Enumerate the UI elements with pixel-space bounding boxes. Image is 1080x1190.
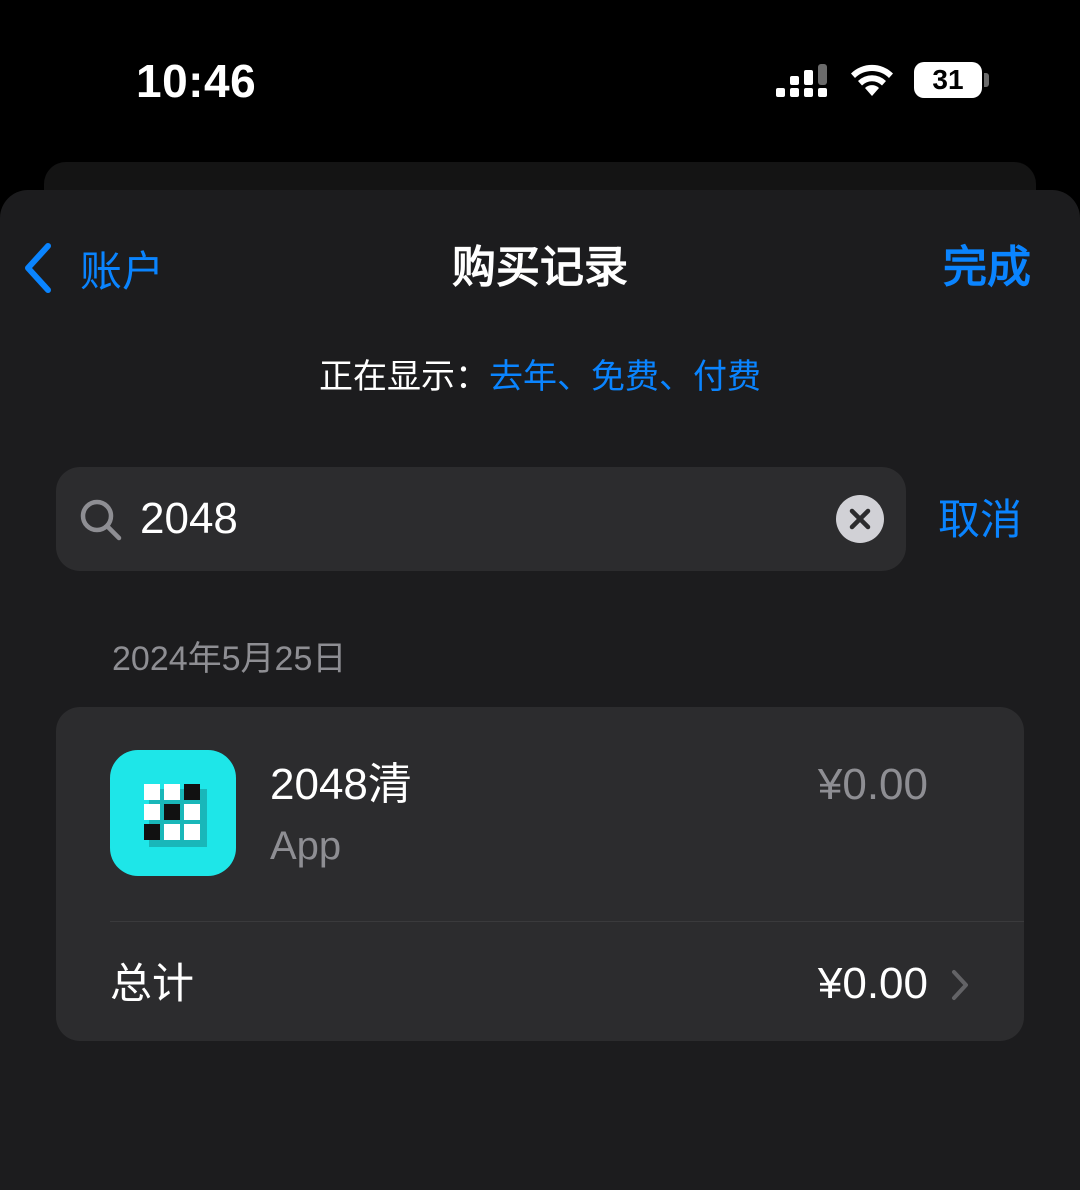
grid-logo-icon — [144, 784, 207, 847]
back-button-label: 账户 — [80, 247, 165, 295]
total-amount: ¥0.00 — [817, 959, 928, 1008]
screen: 10:46 31 账户 购买记录 完成 正在显示：去年、免费、付费 2048 取… — [0, 0, 1080, 1190]
app-price: ¥0.00 — [817, 760, 928, 809]
section-date-header: 2024年5月25日 — [112, 640, 347, 678]
wifi-icon — [851, 64, 893, 96]
chevron-right-icon — [952, 970, 968, 1000]
status-bar: 10:46 31 — [0, 0, 1080, 160]
filter-prefix: 正在显示： — [319, 358, 489, 396]
filter-value-link[interactable]: 去年、免费、付费 — [489, 358, 761, 396]
done-button[interactable]: 完成 — [932, 240, 1042, 296]
battery-level-text: 31 — [932, 64, 964, 95]
back-button[interactable]: 账户 — [22, 240, 164, 296]
search-input[interactable] — [140, 485, 820, 553]
total-label: 总计 — [110, 960, 195, 1007]
clear-search-button[interactable] — [836, 495, 884, 543]
search-field[interactable] — [56, 467, 906, 571]
filter-summary: 正在显示：去年、免费、付费 — [0, 352, 1080, 402]
app-type: App — [270, 824, 342, 868]
battery-icon: 31 — [914, 62, 990, 100]
close-icon — [849, 508, 871, 530]
status-time: 10:46 — [136, 55, 257, 107]
signal-icon — [776, 64, 827, 97]
cancel-button[interactable]: 取消 — [930, 492, 1030, 548]
chevron-left-icon — [25, 243, 51, 293]
app-icon — [110, 750, 236, 876]
page-title: 购买记录 — [452, 243, 628, 292]
battery-cap — [984, 73, 989, 87]
search-icon — [80, 499, 122, 541]
total-row[interactable]: 总计 ¥0.00 — [56, 922, 1024, 1041]
purchase-card: 2048清 App ¥0.00 总计 ¥0.00 — [56, 707, 1024, 1041]
purchase-row[interactable]: 2048清 App ¥0.00 — [56, 707, 1024, 921]
app-name: 2048清 — [270, 760, 412, 809]
